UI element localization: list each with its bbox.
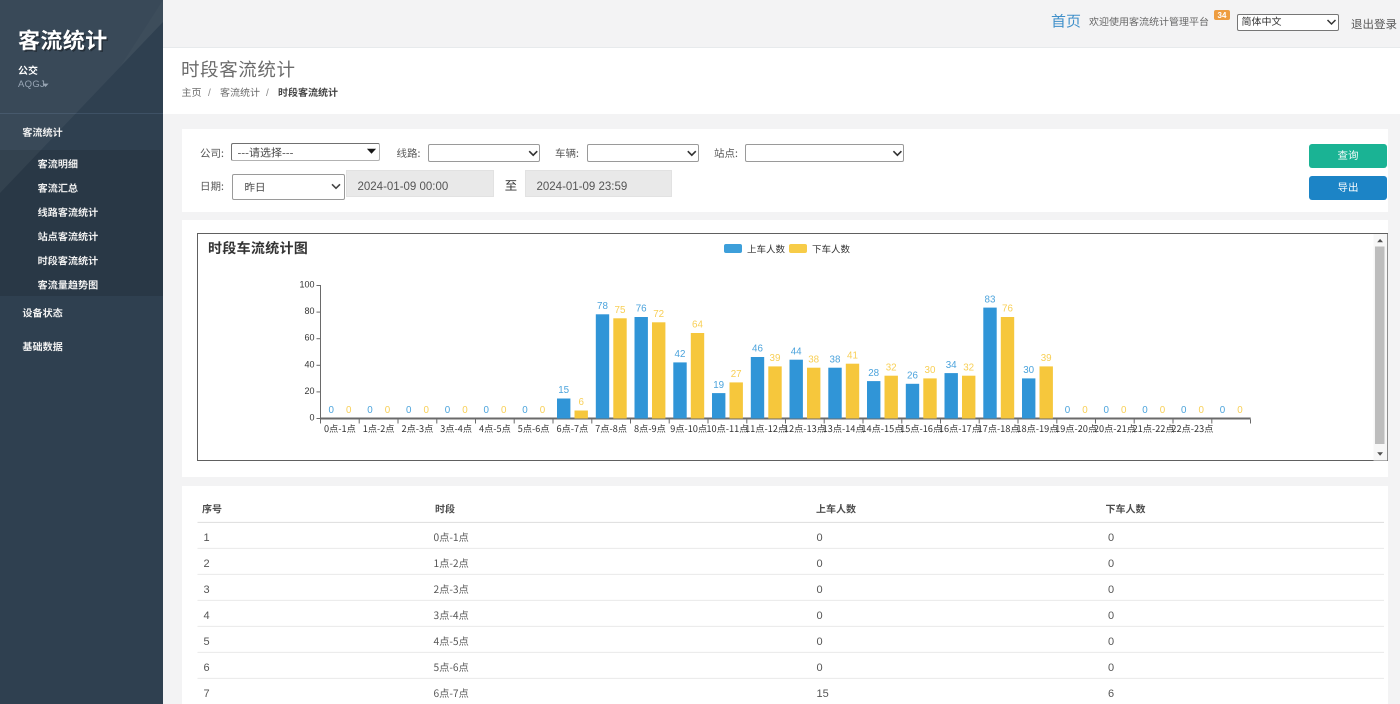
svg-text:30: 30 (925, 365, 936, 376)
svg-text:0: 0 (1082, 405, 1088, 416)
svg-text:60: 60 (304, 333, 314, 343)
svg-text:6: 6 (1108, 688, 1114, 700)
svg-text:80: 80 (304, 306, 314, 316)
svg-text:42: 42 (675, 349, 686, 360)
svg-text:0: 0 (1108, 636, 1114, 648)
svg-text:78: 78 (597, 301, 608, 312)
svg-text:0: 0 (1220, 405, 1226, 416)
svg-text:0: 0 (423, 405, 429, 416)
svg-text:20: 20 (304, 386, 314, 396)
svg-text:40: 40 (304, 359, 314, 369)
svg-text:44: 44 (791, 346, 802, 357)
svg-text:0: 0 (1108, 662, 1114, 674)
svg-text:0: 0 (1160, 405, 1166, 416)
svg-text:15: 15 (558, 385, 569, 396)
svg-text:64: 64 (692, 320, 703, 331)
svg-text:0: 0 (817, 662, 823, 674)
svg-text:38: 38 (830, 354, 841, 365)
svg-text:0: 0 (1108, 558, 1114, 570)
svg-text:0: 0 (367, 405, 373, 416)
svg-text:72: 72 (653, 309, 664, 320)
svg-text:28: 28 (868, 368, 879, 379)
svg-text:32: 32 (963, 362, 974, 373)
svg-text:39: 39 (1041, 353, 1052, 364)
svg-text:6: 6 (204, 662, 210, 674)
svg-text:0: 0 (328, 405, 334, 416)
svg-text:83: 83 (985, 294, 996, 305)
svg-text:0: 0 (817, 558, 823, 570)
svg-text:0: 0 (817, 636, 823, 648)
svg-text:32: 32 (886, 362, 897, 373)
svg-text:4: 4 (204, 610, 210, 622)
svg-text:30: 30 (1023, 365, 1034, 376)
svg-text:2: 2 (204, 558, 210, 570)
svg-text:0: 0 (1142, 405, 1148, 416)
svg-text:/: / (266, 88, 269, 99)
svg-text:0: 0 (1108, 610, 1114, 622)
svg-text:0: 0 (1065, 405, 1071, 416)
svg-text:27: 27 (731, 369, 742, 380)
svg-text:5: 5 (204, 636, 210, 648)
svg-text:0: 0 (1181, 405, 1187, 416)
svg-text:34: 34 (946, 360, 957, 371)
svg-text:38: 38 (808, 354, 819, 365)
svg-text:0: 0 (483, 405, 489, 416)
svg-text:0: 0 (817, 584, 823, 596)
svg-text:0: 0 (462, 405, 468, 416)
svg-text:75: 75 (615, 305, 626, 316)
svg-text:0: 0 (309, 413, 314, 423)
svg-text:7: 7 (204, 688, 210, 700)
svg-text:0: 0 (1198, 405, 1204, 416)
svg-text:26: 26 (907, 371, 918, 382)
svg-text:6: 6 (578, 397, 584, 408)
svg-text:3: 3 (204, 584, 210, 596)
svg-text:41: 41 (847, 350, 858, 361)
svg-text:76: 76 (1002, 304, 1013, 315)
svg-text:0: 0 (522, 405, 528, 416)
svg-text:0: 0 (346, 405, 352, 416)
svg-text:0: 0 (1237, 405, 1243, 416)
svg-text:1: 1 (204, 532, 210, 544)
svg-text:76: 76 (636, 304, 647, 315)
svg-text:0: 0 (540, 405, 546, 416)
svg-text:0: 0 (385, 405, 391, 416)
svg-text:15: 15 (817, 688, 829, 700)
svg-text:39: 39 (770, 353, 781, 364)
svg-text:/: / (208, 88, 211, 99)
svg-text:19: 19 (713, 380, 724, 391)
svg-text:0: 0 (1121, 405, 1127, 416)
svg-text:46: 46 (752, 344, 763, 355)
svg-text:0: 0 (817, 610, 823, 622)
svg-text:0: 0 (501, 405, 507, 416)
svg-text:100: 100 (299, 280, 314, 290)
svg-text:0: 0 (406, 405, 412, 416)
svg-text:0: 0 (445, 405, 451, 416)
svg-text:0: 0 (817, 532, 823, 544)
svg-text:0: 0 (1108, 584, 1114, 596)
svg-text:0: 0 (1103, 405, 1109, 416)
svg-text:0: 0 (1108, 532, 1114, 544)
